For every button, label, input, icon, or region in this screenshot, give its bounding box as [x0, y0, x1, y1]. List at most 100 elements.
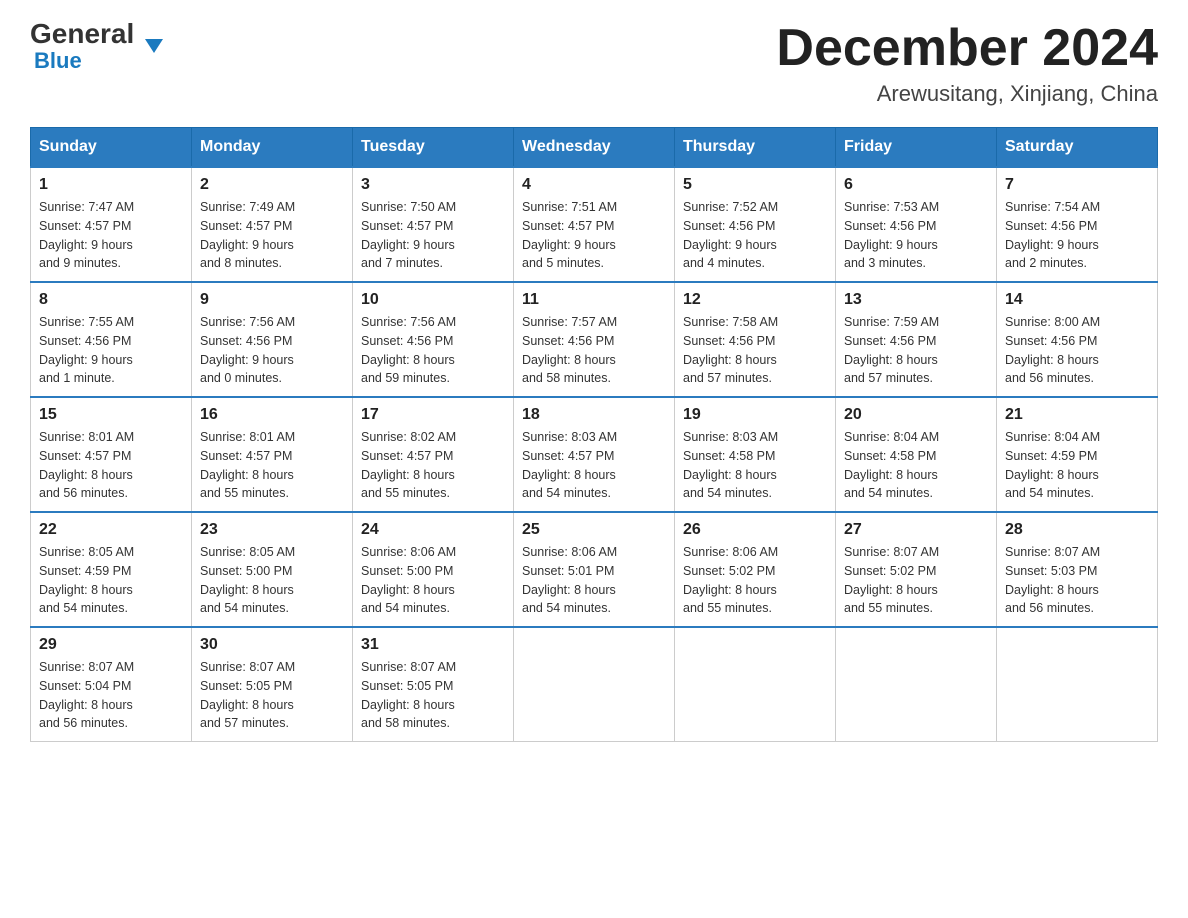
day-number: 27 [844, 521, 988, 539]
day-info: Sunrise: 8:06 AMSunset: 5:02 PMDaylight:… [683, 543, 827, 618]
day-info: Sunrise: 8:07 AMSunset: 5:04 PMDaylight:… [39, 658, 183, 733]
day-number: 5 [683, 176, 827, 194]
day-number: 21 [1005, 406, 1149, 424]
day-cell-26: 26Sunrise: 8:06 AMSunset: 5:02 PMDayligh… [675, 512, 836, 627]
day-number: 23 [200, 521, 344, 539]
day-number: 18 [522, 406, 666, 424]
day-info: Sunrise: 8:05 AMSunset: 5:00 PMDaylight:… [200, 543, 344, 618]
day-number: 31 [361, 636, 505, 654]
calendar-header-row: SundayMondayTuesdayWednesdayThursdayFrid… [31, 128, 1158, 168]
day-header-thursday: Thursday [675, 128, 836, 168]
day-info: Sunrise: 7:50 AMSunset: 4:57 PMDaylight:… [361, 198, 505, 273]
day-cell-29: 29 Sunrise: 8:07 AMSunset: 5:04 PMDayligh… [31, 627, 192, 742]
day-cell-4: 4 Sunrise: 7:51 AMSunset: 4:57 PMDaylight… [514, 167, 675, 282]
day-info: Sunrise: 8:07 AMSunset: 5:05 PMDaylight:… [361, 658, 505, 733]
day-number: 20 [844, 406, 988, 424]
day-number: 17 [361, 406, 505, 424]
day-number: 15 [39, 406, 183, 424]
day-number: 22 [39, 521, 183, 539]
day-number: 24 [361, 521, 505, 539]
day-info: Sunrise: 7:49 AMSunset: 4:57 PMDaylight:… [200, 198, 344, 273]
day-cell-16: 16 Sunrise: 8:01 AMSunset: 4:57 PMDayligh… [192, 397, 353, 512]
day-info: Sunrise: 8:07 AMSunset: 5:03 PMDaylight:… [1005, 543, 1149, 618]
day-cell-1: 1 Sunrise: 7:47 AMSunset: 4:57 PMDaylight… [31, 167, 192, 282]
week-row-5: 29 Sunrise: 8:07 AMSunset: 5:04 PMDayligh… [31, 627, 1158, 742]
day-info: Sunrise: 7:56 AMSunset: 4:56 PMDaylight:… [200, 313, 344, 388]
day-cell-31: 31 Sunrise: 8:07 AMSunset: 5:05 PMDayligh… [353, 627, 514, 742]
day-number: 12 [683, 291, 827, 309]
empty-cell [514, 627, 675, 742]
logo: General Blue [30, 20, 154, 74]
day-info: Sunrise: 8:04 AMSunset: 4:58 PMDaylight:… [844, 428, 988, 503]
day-cell-18: 18Sunrise: 8:03 AMSunset: 4:57 PMDayligh… [514, 397, 675, 512]
day-header-wednesday: Wednesday [514, 128, 675, 168]
day-cell-12: 12 Sunrise: 7:58 AMSunset: 4:56 PMDayligh… [675, 282, 836, 397]
day-info: Sunrise: 8:03 AMSunset: 4:58 PMDaylight:… [683, 428, 827, 503]
day-info: Sunrise: 8:04 AMSunset: 4:59 PMDaylight:… [1005, 428, 1149, 503]
day-info: Sunrise: 7:53 AMSunset: 4:56 PMDaylight:… [844, 198, 988, 273]
location-title: Arewusitang, Xinjiang, China [776, 81, 1158, 107]
day-info: Sunrise: 8:01 AMSunset: 4:57 PMDaylight:… [200, 428, 344, 503]
day-info: Sunrise: 8:00 AMSunset: 4:56 PMDaylight:… [1005, 313, 1149, 388]
day-header-saturday: Saturday [997, 128, 1158, 168]
day-info: Sunrise: 7:51 AMSunset: 4:57 PMDaylight:… [522, 198, 666, 273]
day-number: 25 [522, 521, 666, 539]
day-number: 6 [844, 176, 988, 194]
day-cell-25: 25 Sunrise: 8:06 AMSunset: 5:01 PMDayligh… [514, 512, 675, 627]
day-number: 7 [1005, 176, 1149, 194]
day-number: 29 [39, 636, 183, 654]
day-info: Sunrise: 8:07 AMSunset: 5:02 PMDaylight:… [844, 543, 988, 618]
day-number: 13 [844, 291, 988, 309]
day-info: Sunrise: 7:58 AMSunset: 4:56 PMDaylight:… [683, 313, 827, 388]
title-section: December 2024 Arewusitang, Xinjiang, Chi… [776, 20, 1158, 107]
day-cell-17: 17 Sunrise: 8:02 AMSunset: 4:57 PMDayligh… [353, 397, 514, 512]
day-cell-9: 9 Sunrise: 7:56 AMSunset: 4:56 PMDaylight… [192, 282, 353, 397]
day-cell-27: 27 Sunrise: 8:07 AMSunset: 5:02 PMDayligh… [836, 512, 997, 627]
day-header-sunday: Sunday [31, 128, 192, 168]
day-number: 9 [200, 291, 344, 309]
day-info: Sunrise: 7:47 AMSunset: 4:57 PMDaylight:… [39, 198, 183, 273]
day-info: Sunrise: 8:02 AMSunset: 4:57 PMDaylight:… [361, 428, 505, 503]
day-info: Sunrise: 7:54 AMSunset: 4:56 PMDaylight:… [1005, 198, 1149, 273]
logo-triangle-icon [145, 39, 163, 57]
day-cell-11: 11Sunrise: 7:57 AMSunset: 4:56 PMDayligh… [514, 282, 675, 397]
day-cell-13: 13 Sunrise: 7:59 AMSunset: 4:56 PMDayligh… [836, 282, 997, 397]
week-row-3: 15 Sunrise: 8:01 AMSunset: 4:57 PMDayligh… [31, 397, 1158, 512]
day-header-tuesday: Tuesday [353, 128, 514, 168]
day-number: 19 [683, 406, 827, 424]
day-number: 30 [200, 636, 344, 654]
day-info: Sunrise: 7:59 AMSunset: 4:56 PMDaylight:… [844, 313, 988, 388]
day-info: Sunrise: 7:55 AMSunset: 4:56 PMDaylight:… [39, 313, 183, 388]
month-title: December 2024 [776, 20, 1158, 77]
logo-general-text: General [30, 20, 134, 48]
day-cell-10: 10 Sunrise: 7:56 AMSunset: 4:56 PMDayligh… [353, 282, 514, 397]
empty-cell [675, 627, 836, 742]
day-cell-8: 8 Sunrise: 7:55 AMSunset: 4:56 PMDaylight… [31, 282, 192, 397]
day-number: 1 [39, 176, 183, 194]
day-number: 10 [361, 291, 505, 309]
day-cell-30: 30 Sunrise: 8:07 AMSunset: 5:05 PMDayligh… [192, 627, 353, 742]
week-row-4: 22Sunrise: 8:05 AMSunset: 4:59 PMDayligh… [31, 512, 1158, 627]
day-cell-22: 22Sunrise: 8:05 AMSunset: 4:59 PMDayligh… [31, 512, 192, 627]
day-info: Sunrise: 8:06 AMSunset: 5:01 PMDaylight:… [522, 543, 666, 618]
day-info: Sunrise: 8:06 AMSunset: 5:00 PMDaylight:… [361, 543, 505, 618]
day-info: Sunrise: 7:56 AMSunset: 4:56 PMDaylight:… [361, 313, 505, 388]
empty-cell [836, 627, 997, 742]
day-number: 8 [39, 291, 183, 309]
day-cell-24: 24 Sunrise: 8:06 AMSunset: 5:00 PMDayligh… [353, 512, 514, 627]
day-number: 4 [522, 176, 666, 194]
day-number: 28 [1005, 521, 1149, 539]
day-number: 16 [200, 406, 344, 424]
day-info: Sunrise: 7:57 AMSunset: 4:56 PMDaylight:… [522, 313, 666, 388]
day-cell-15: 15 Sunrise: 8:01 AMSunset: 4:57 PMDayligh… [31, 397, 192, 512]
day-cell-7: 7 Sunrise: 7:54 AMSunset: 4:56 PMDaylight… [997, 167, 1158, 282]
day-cell-2: 2Sunrise: 7:49 AMSunset: 4:57 PMDaylight… [192, 167, 353, 282]
logo-blue-text: Blue [34, 48, 82, 74]
day-header-friday: Friday [836, 128, 997, 168]
day-header-monday: Monday [192, 128, 353, 168]
calendar-table: SundayMondayTuesdayWednesdayThursdayFrid… [30, 127, 1158, 742]
day-info: Sunrise: 8:01 AMSunset: 4:57 PMDaylight:… [39, 428, 183, 503]
day-info: Sunrise: 8:07 AMSunset: 5:05 PMDaylight:… [200, 658, 344, 733]
week-row-2: 8 Sunrise: 7:55 AMSunset: 4:56 PMDaylight… [31, 282, 1158, 397]
page-header: General Blue December 2024 Arewusitang, … [30, 20, 1158, 107]
